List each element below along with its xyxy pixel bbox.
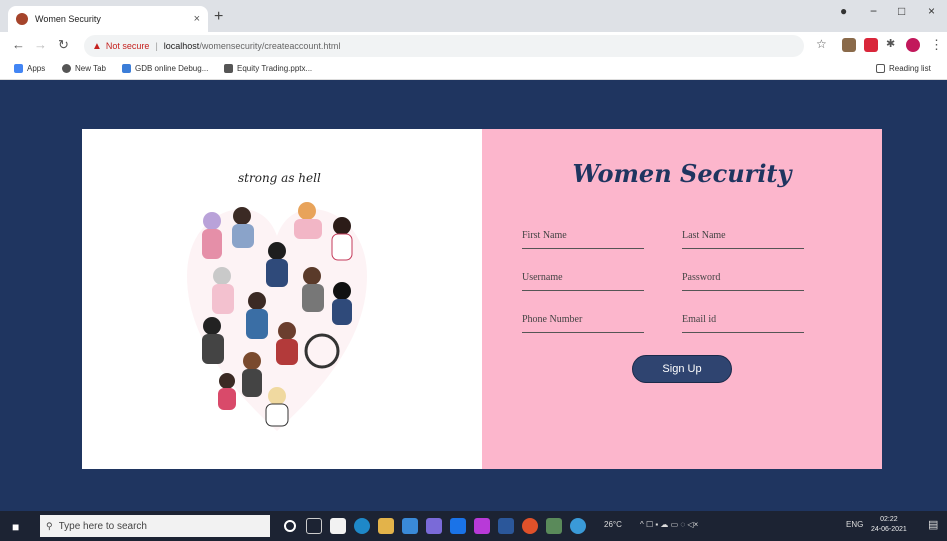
bookmark-label: Equity Trading.pptx... (237, 64, 313, 73)
first-name-field[interactable] (522, 219, 644, 249)
password-input[interactable] (682, 265, 804, 289)
email-field[interactable] (682, 303, 804, 333)
url-omnibox[interactable]: ▲ Not secure | localhost /womensecurity/… (84, 35, 804, 57)
url-host: localhost (163, 41, 200, 51)
first-name-input[interactable] (522, 223, 644, 247)
bookmarks-bar: Apps New Tab GDB online Debug... Equity … (0, 60, 947, 80)
minimize-button[interactable]: − (870, 4, 877, 18)
weather-widget[interactable]: 26°C (604, 520, 622, 529)
pocket-extension-icon[interactable] (864, 38, 878, 52)
sign-up-button[interactable]: Sign Up (632, 355, 732, 383)
signup-card: strong as hell Women Security First Name… (82, 129, 882, 469)
profile-avatar-icon[interactable] (906, 38, 920, 52)
form-title: Women Security (572, 159, 792, 188)
phone-number-input[interactable] (522, 307, 644, 331)
bookmark-star-icon[interactable]: ☆ (816, 37, 827, 51)
apps-grid-icon (14, 64, 23, 73)
warning-triangle-icon: ▲ (92, 40, 102, 52)
phone-number-field[interactable] (522, 303, 644, 333)
app-icon[interactable] (546, 518, 562, 534)
help-icon[interactable] (570, 518, 586, 534)
chrome-icon[interactable] (522, 518, 538, 534)
word-icon[interactable] (498, 518, 514, 534)
task-view-icon[interactable] (306, 518, 322, 534)
globe-icon (62, 64, 71, 73)
taskbar-search-input[interactable] (58, 520, 249, 532)
bookmark-new-tab[interactable]: New Tab (62, 64, 106, 73)
back-arrow-icon[interactable]: ← (12, 37, 25, 52)
last-name-field[interactable] (682, 219, 804, 249)
username-input[interactable] (522, 265, 644, 289)
profile-dot-icon[interactable]: ● (840, 4, 847, 18)
address-bar-row: ← → ↻ ▲ Not secure | localhost /womensec… (0, 32, 947, 60)
clock-time: 02:22 (880, 516, 898, 523)
site-favicon-icon (16, 13, 28, 25)
app-icon[interactable] (474, 518, 490, 534)
browser-tab[interactable]: Women Security × (8, 6, 208, 32)
email-input[interactable] (682, 307, 804, 331)
windows-taskbar: ■ ⚲ 26°C ^ ☐ ▪ ☁ ▭ ◌ ◁× ENG 02:22 24-06-… (0, 511, 947, 541)
tab-title: Women Security (35, 14, 101, 24)
tab-close-icon[interactable]: × (194, 13, 200, 25)
system-tray-icons[interactable]: ^ ☐ ▪ ☁ ▭ ◌ ◁× (640, 520, 698, 529)
taskbar-clock[interactable]: 02:22 24-06-2021 (871, 515, 907, 535)
reading-list-button[interactable]: Reading list (876, 64, 931, 73)
bookmark-gdb[interactable]: GDB online Debug... (122, 64, 208, 73)
windows-start-icon[interactable]: ■ (12, 520, 19, 534)
maximize-button[interactable]: □ (898, 4, 905, 18)
browser-menu-icon[interactable]: ⋮ (930, 37, 943, 53)
forward-arrow-icon[interactable]: → (34, 37, 47, 52)
url-separator: | (155, 41, 158, 51)
clock-date: 24-06-2021 (871, 526, 907, 533)
input-language[interactable]: ENG (846, 520, 863, 529)
password-field[interactable] (682, 261, 804, 291)
last-name-input[interactable] (682, 223, 804, 247)
bookmark-equity[interactable]: Equity Trading.pptx... (224, 64, 312, 73)
browser-tab-bar: Women Security × + ● − □ × (0, 0, 947, 32)
bookmark-label: GDB online Debug... (135, 64, 209, 73)
url-path: /womensecurity/createaccount.html (199, 41, 341, 51)
not-secure-label[interactable]: Not secure (106, 41, 150, 51)
taskbar-search[interactable]: ⚲ (40, 515, 270, 537)
amazon-app-icon[interactable] (330, 518, 346, 534)
document-icon (224, 64, 233, 73)
gdb-icon (122, 64, 131, 73)
illustration-panel: strong as hell (82, 129, 482, 469)
notifications-icon[interactable]: ▤ (928, 518, 938, 531)
search-icon: ⚲ (46, 520, 53, 531)
cortana-icon[interactable] (284, 520, 296, 532)
bookmark-label: Apps (27, 64, 46, 73)
bookmark-label: New Tab (75, 64, 106, 73)
store-icon[interactable] (402, 518, 418, 534)
extension-icon[interactable] (842, 38, 856, 52)
bookmark-apps[interactable]: Apps (14, 64, 45, 73)
edge-browser-icon[interactable] (354, 518, 370, 534)
page-background: strong as hell Women Security First Name… (0, 81, 947, 511)
app-icon[interactable] (426, 518, 442, 534)
form-panel: Women Security Sign Up (482, 129, 882, 469)
reading-list-label: Reading list (889, 64, 931, 73)
username-field[interactable] (522, 261, 644, 291)
file-explorer-icon[interactable] (378, 518, 394, 534)
mail-icon[interactable] (450, 518, 466, 534)
extensions-puzzle-icon[interactable]: ✱ (886, 37, 895, 50)
reload-icon[interactable]: ↻ (58, 37, 69, 53)
heart-women-illustration (187, 202, 367, 431)
reading-list-icon (876, 64, 885, 73)
new-tab-button[interactable]: + (214, 7, 223, 27)
close-window-button[interactable]: × (928, 4, 935, 18)
